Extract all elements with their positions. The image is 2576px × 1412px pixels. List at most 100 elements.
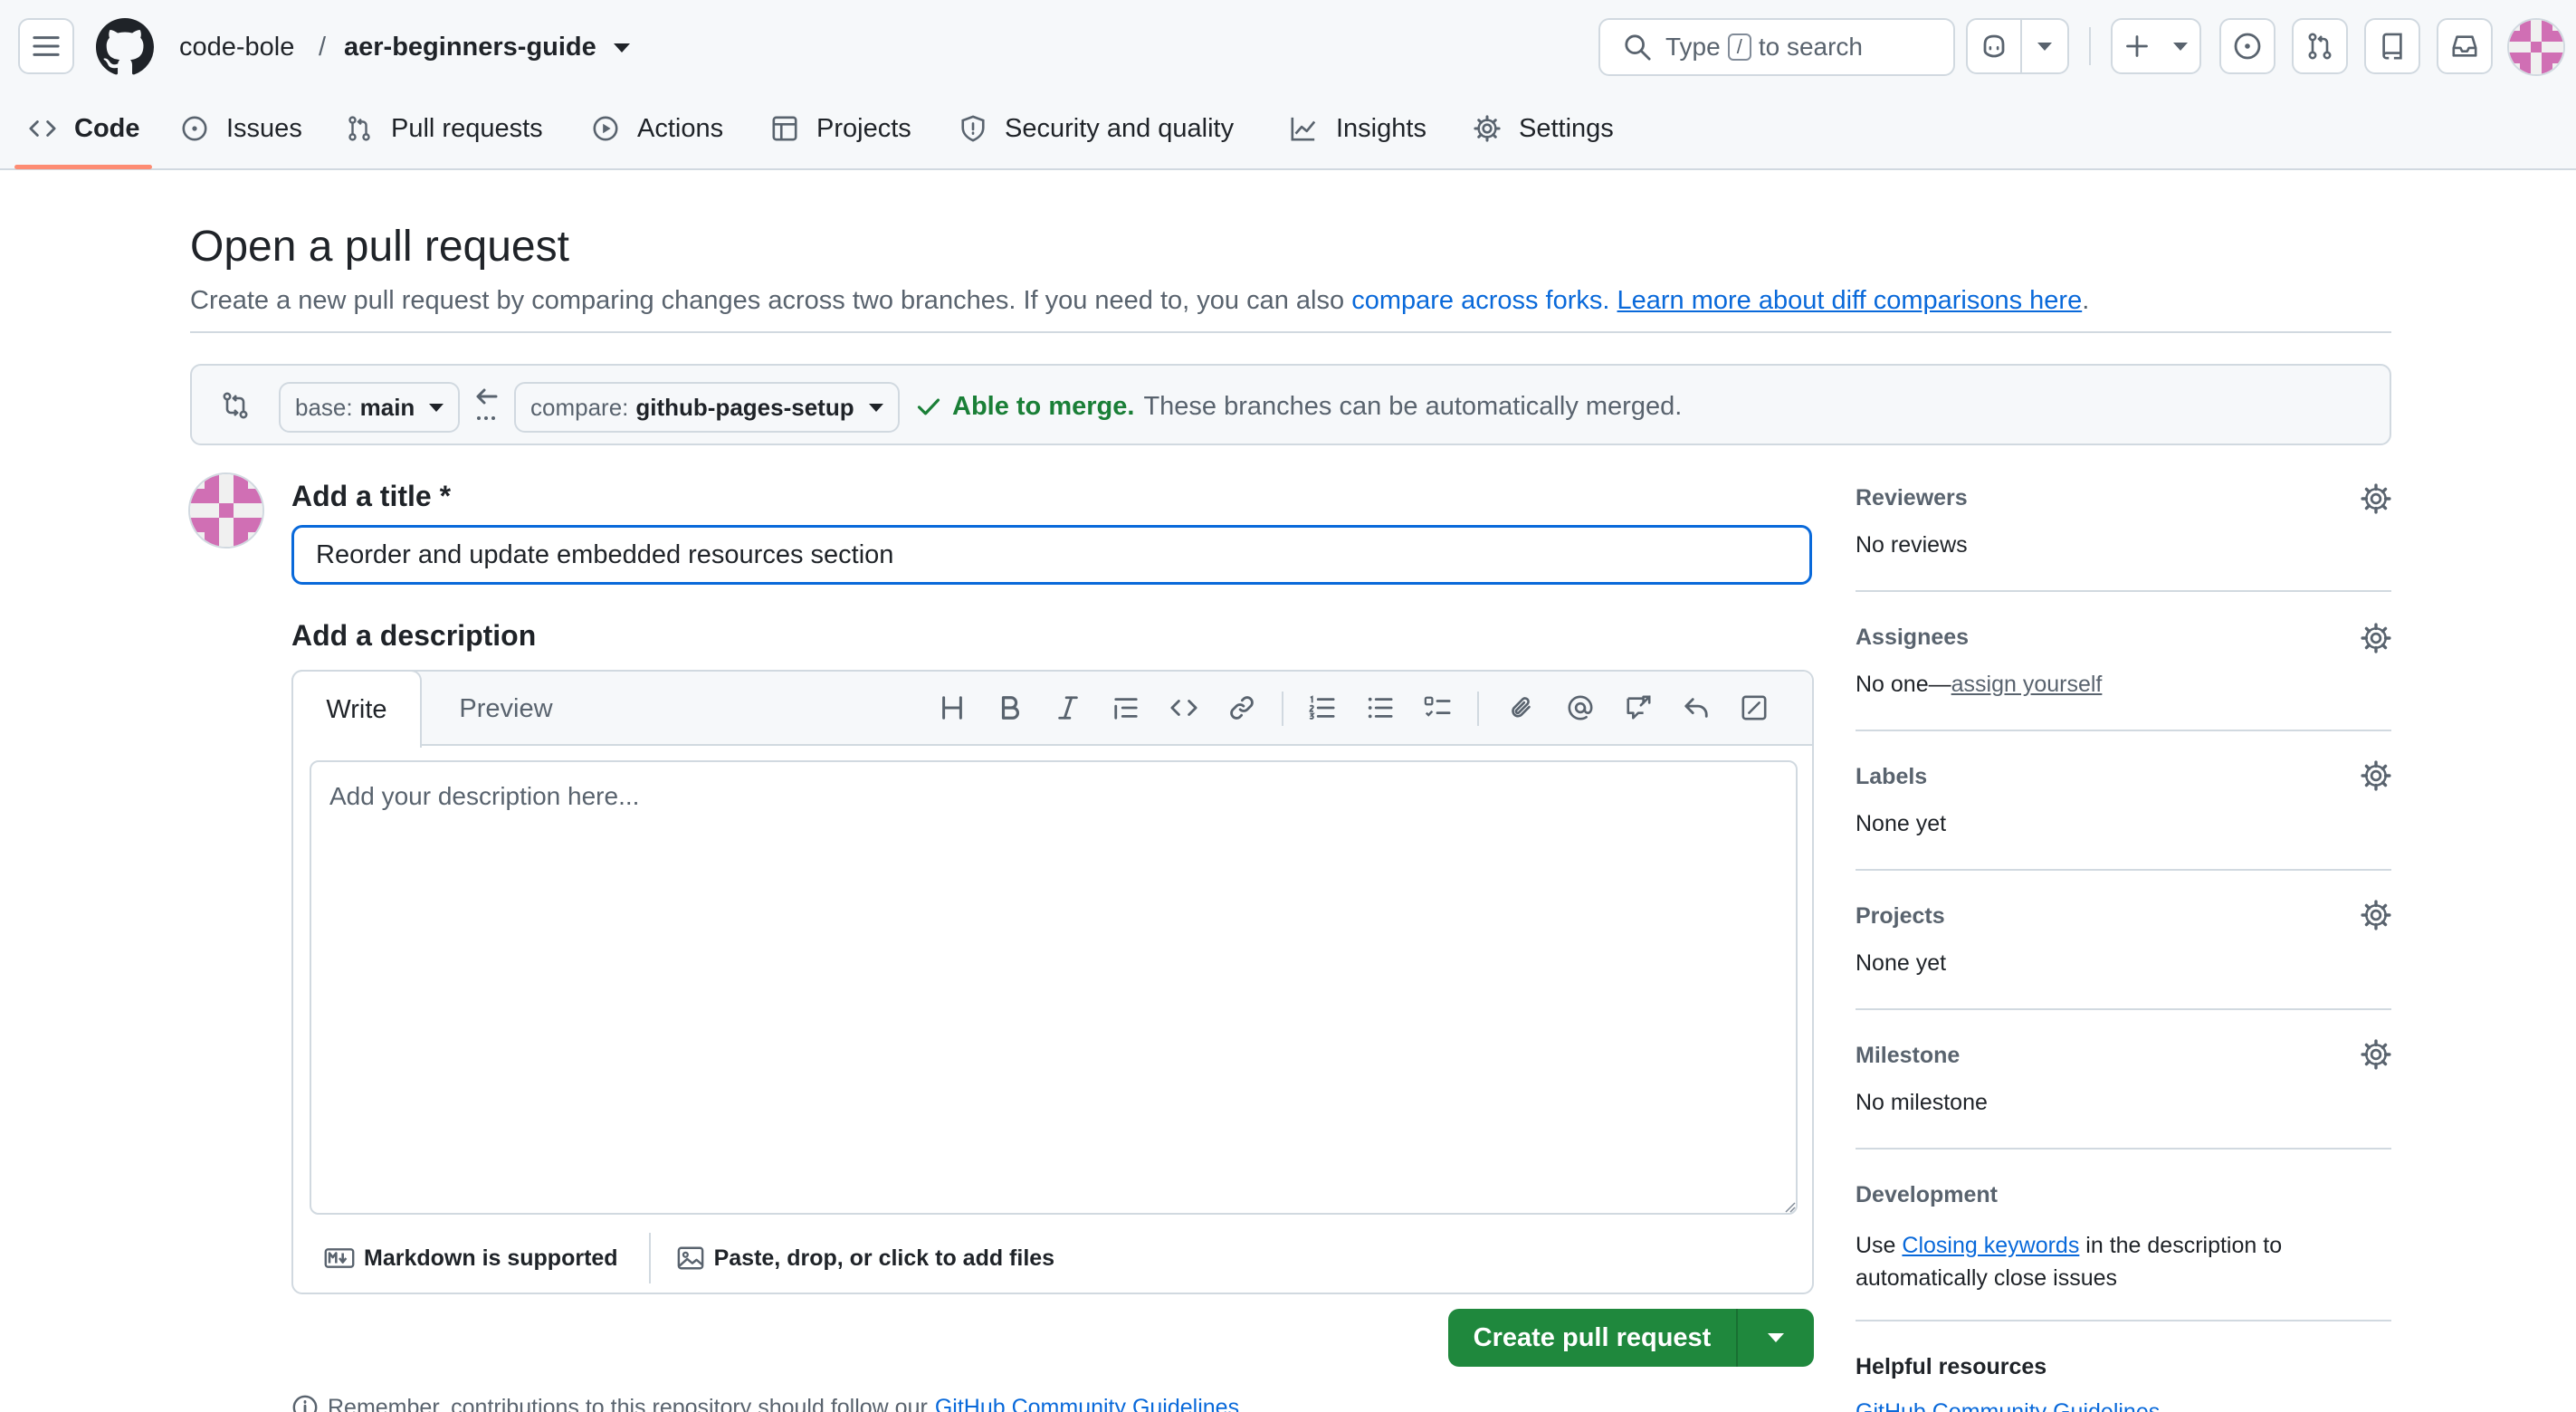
code-icon [1170, 700, 1197, 716]
compare-value: github-pages-setup [635, 393, 854, 421]
search-prefix: Type [1665, 33, 1721, 61]
tab-label: Pull requests [391, 113, 543, 143]
play-icon [593, 116, 618, 141]
heading-button[interactable] [934, 690, 970, 726]
milestone-heading[interactable]: Milestone [1856, 1043, 1960, 1069]
labels-gear-icon[interactable] [2361, 760, 2391, 791]
tab-insights[interactable]: Insights [1289, 105, 1426, 152]
closing-keywords-link[interactable]: Closing keywords [1902, 1233, 2079, 1258]
footnote-text: Remember, contributions to this reposito… [328, 1394, 928, 1412]
divider [190, 331, 2391, 333]
inbox-icon [2452, 35, 2477, 57]
search-input[interactable]: Type / to search [1598, 18, 1955, 76]
task-list-button[interactable] [1419, 690, 1455, 726]
editor-toolbar: Write Preview [291, 670, 1812, 748]
create-new-button[interactable] [2111, 18, 2201, 74]
assignees-heading[interactable]: Assignees [1856, 625, 1969, 651]
inbox-button[interactable] [2437, 18, 2493, 74]
divider [1856, 1320, 2391, 1321]
create-options-dropdown[interactable] [1738, 1309, 1814, 1367]
create-pull-request-button[interactable]: Create pull request [1448, 1309, 1814, 1367]
cross-reference-button[interactable] [1620, 690, 1656, 726]
projects-heading[interactable]: Projects [1856, 903, 1945, 930]
attach-button[interactable] [1504, 690, 1541, 726]
community-guidelines-link[interactable]: GitHub Community Guidelines. [935, 1395, 1245, 1412]
reviewers-heading[interactable]: Reviewers [1856, 485, 1968, 511]
description-textarea[interactable]: Add your description here... [310, 760, 1798, 1215]
menu-button[interactable] [18, 18, 74, 74]
plus-icon [2126, 35, 2148, 57]
assignees-gear-icon[interactable] [2361, 623, 2391, 654]
list-unordered-icon [1368, 697, 1393, 719]
git-compare-icon [221, 391, 250, 420]
compare-branch-select[interactable]: compare: github-pages-setup [514, 382, 900, 433]
development-value: Use Closing keywords in the description … [1856, 1229, 2282, 1294]
reviewers-gear-icon[interactable] [2361, 483, 2391, 514]
saved-replies-button[interactable] [1678, 690, 1714, 726]
tab-security[interactable]: Security and quality [959, 105, 1234, 152]
learn-more-link[interactable]: Learn more about diff comparisons here [1617, 286, 2083, 315]
issues-shortcut-button[interactable] [2219, 18, 2275, 74]
repo-icon [2382, 33, 2402, 60]
tab-pull-requests[interactable]: Pull requests [346, 105, 543, 152]
pull-requests-shortcut-button[interactable] [2292, 18, 2348, 74]
tab-settings[interactable]: Settings [1474, 105, 1614, 152]
identicon-icon [190, 474, 262, 547]
development-prefix: Use [1856, 1233, 1896, 1258]
identicon-icon [2509, 20, 2563, 74]
helpful-guidelines-link[interactable]: GitHub Community Guidelines [1856, 1399, 2160, 1412]
tab-write-label: Write [326, 694, 387, 724]
tab-label: Insights [1336, 113, 1426, 143]
search-shortcut-key: / [1727, 33, 1751, 61]
attach-files-area[interactable]: Paste, drop, or click to add files [651, 1245, 1054, 1272]
ordered-list-button[interactable] [1303, 690, 1340, 726]
arrow-left-icon [472, 386, 500, 425]
bold-button[interactable] [992, 690, 1028, 726]
repositories-button[interactable] [2364, 18, 2420, 74]
required-mark: * [439, 480, 452, 512]
projects-gear-icon[interactable] [2361, 900, 2391, 930]
code-button[interactable] [1166, 690, 1202, 726]
markdown-note-label: Markdown is supported [364, 1245, 618, 1271]
link-button[interactable] [1224, 690, 1260, 726]
italic-button[interactable] [1050, 690, 1086, 726]
compare-forks-link[interactable]: compare across forks. [1351, 286, 1609, 315]
chevron-down-icon [1768, 1333, 1784, 1342]
title-input[interactable]: Reorder and update embedded resources se… [291, 525, 1812, 585]
tab-preview[interactable]: Preview [429, 672, 583, 746]
markdown-note[interactable]: Markdown is supported [293, 1233, 651, 1283]
title-heading-text: Add a title [291, 480, 432, 512]
slash-commands-button[interactable] [1736, 690, 1772, 726]
tab-projects[interactable]: Projects [771, 105, 911, 152]
tab-write[interactable]: Write [291, 670, 422, 748]
milestone-gear-icon[interactable] [2361, 1039, 2391, 1070]
development-suffix: in the description to [2085, 1233, 2283, 1258]
tab-label: Issues [226, 113, 302, 143]
owner-link[interactable]: code-bole [179, 27, 294, 67]
tab-label: Security and quality [1005, 113, 1235, 143]
repo-link[interactable]: aer-beginners-guide [344, 27, 596, 67]
divider [1856, 1008, 2391, 1010]
subtitle-period: . [2082, 286, 2090, 315]
copilot-menu-button[interactable] [2020, 18, 2069, 74]
github-logo-icon[interactable] [96, 18, 154, 76]
create-pull-request-label[interactable]: Create pull request [1448, 1309, 1738, 1367]
tab-code[interactable]: Code [29, 105, 140, 152]
unordered-list-button[interactable] [1361, 690, 1398, 726]
toolbar-divider [1477, 692, 1479, 726]
tab-issues[interactable]: Issues [181, 105, 302, 152]
tab-actions[interactable]: Actions [592, 105, 723, 152]
repo-switcher-caret-icon[interactable] [614, 43, 630, 52]
labels-heading[interactable]: Labels [1856, 764, 1927, 790]
divider [1856, 730, 2391, 731]
base-branch-select[interactable]: base: main [279, 382, 461, 433]
tab-preview-label: Preview [459, 693, 553, 723]
title-heading: Add a title * [291, 476, 451, 516]
quote-button[interactable] [1108, 690, 1144, 726]
user-avatar[interactable] [2507, 18, 2565, 76]
header-divider [2089, 27, 2091, 65]
assign-yourself-link[interactable]: assign yourself [1951, 672, 2103, 697]
copilot-button[interactable] [1966, 18, 2022, 74]
resize-handle-icon[interactable] [1783, 1200, 1796, 1213]
mention-button[interactable] [1562, 690, 1598, 726]
